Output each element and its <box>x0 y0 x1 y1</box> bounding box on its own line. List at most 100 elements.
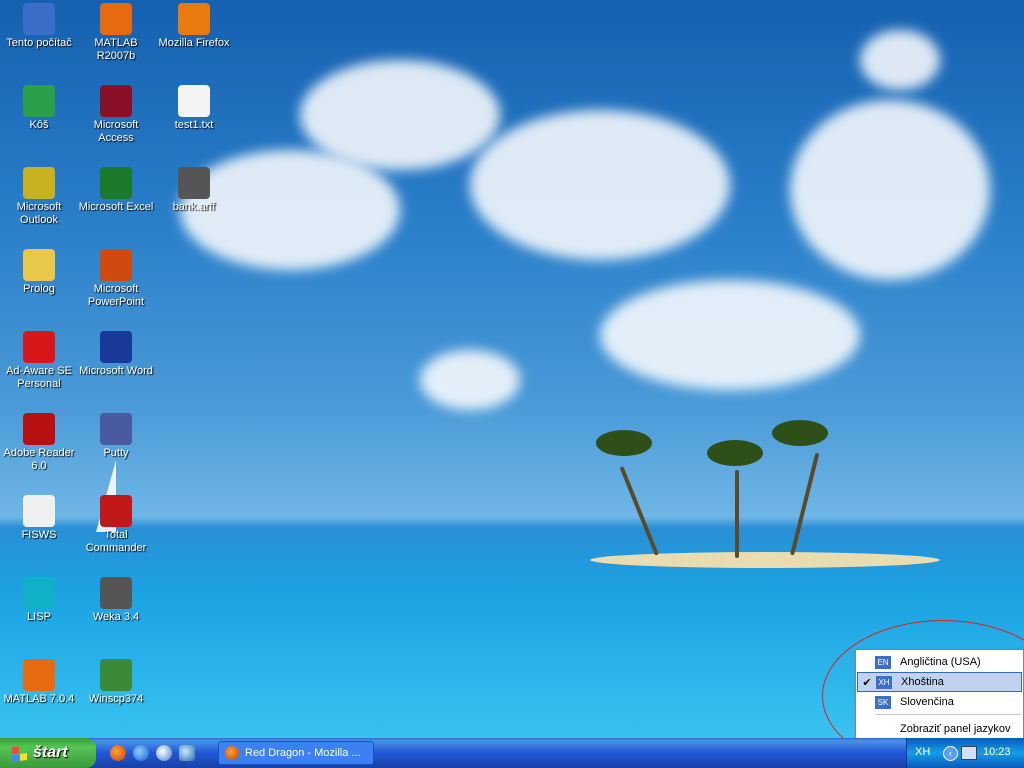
menu-item-label: Angličtina (USA) <box>900 656 981 668</box>
media-player-icon[interactable] <box>156 745 172 761</box>
palm-fronds <box>596 430 652 456</box>
desktop-icon[interactable]: Microsoft PowerPoint <box>78 249 154 309</box>
start-label: štart <box>33 744 68 761</box>
start-button[interactable]: štart <box>0 738 96 768</box>
system-tray: XH ‹ 10:23 <box>906 738 1024 768</box>
cloud <box>600 280 860 390</box>
desktop-icon[interactable]: Microsoft Access <box>78 85 154 145</box>
outlook-express-icon[interactable] <box>179 745 195 761</box>
network-icon[interactable] <box>961 746 977 760</box>
lisp-icon <box>23 577 55 609</box>
desktop-icon[interactable]: Tento počítač <box>1 3 77 50</box>
desktop-icon[interactable]: Putty <box>78 413 154 460</box>
palm-trunk <box>619 466 659 556</box>
firefox-icon[interactable] <box>110 745 126 761</box>
cloud <box>860 30 940 90</box>
chevron-left-icon[interactable]: ‹ <box>943 746 958 761</box>
desktop-icon[interactable]: Microsoft Outlook <box>1 167 77 227</box>
language-code-badge: SK <box>875 695 891 709</box>
winscp-icon <box>100 659 132 691</box>
desktop-icon[interactable]: Microsoft Word <box>78 331 154 378</box>
menu-item-slovak[interactable]: SK Slovenčina <box>857 692 1022 712</box>
menu-item-xhosa[interactable]: ✔ XH Xhoština <box>857 672 1022 692</box>
desktop-icon-label: MATLAB 7.0.4 <box>3 693 75 705</box>
menu-item-label: Xhoština <box>901 676 944 688</box>
language-indicator[interactable]: XH <box>915 746 930 758</box>
recycle-bin-icon <box>23 85 55 117</box>
internet-explorer-icon[interactable] <box>133 745 149 761</box>
desktop-icon-label: Microsoft Excel <box>78 201 154 213</box>
desktop-icon[interactable]: Kôš <box>1 85 77 132</box>
desktop-icon[interactable]: MATLAB R2007b <box>78 3 154 63</box>
desktop-icon[interactable]: Ad-Aware SE Personal <box>1 331 77 391</box>
weka-icon <box>100 577 132 609</box>
menu-item-label: Slovenčina <box>900 696 954 708</box>
excel-icon <box>100 167 132 199</box>
desktop-icon-label: Prolog <box>23 283 55 295</box>
matlab-icon <box>23 659 55 691</box>
desktop-icon-label: Tento počítač <box>6 37 72 49</box>
firefox-icon <box>178 3 210 35</box>
folder-icon <box>23 249 55 281</box>
desktop-icon[interactable]: FISWS <box>1 495 77 542</box>
desktop-icon[interactable]: LISP <box>1 577 77 624</box>
desktop-icon[interactable]: Adobe Reader 6.0 <box>1 413 77 473</box>
cloud <box>420 350 520 410</box>
palm-fronds <box>707 440 763 466</box>
matlab-icon <box>100 3 132 35</box>
desktop-icon-label: Microsoft PowerPoint <box>87 283 145 308</box>
desktop-icon-label: Total Commander <box>85 529 147 554</box>
desktop-icon-label: Winscp374 <box>88 693 144 705</box>
firefox-icon <box>225 746 239 760</box>
desktop[interactable]: Tento počítač Kôš Microsoft Outlook Prolog A… <box>0 0 1024 738</box>
taskbar: štart Red Dragon - Mozilla ... XH ‹ 10:2… <box>0 738 1024 768</box>
taskbar-button-firefox[interactable]: Red Dragon - Mozilla ... <box>218 741 374 765</box>
desktop-icon-label: MATLAB R2007b <box>94 37 138 62</box>
cloud <box>790 100 990 280</box>
windows-logo-icon <box>12 744 27 762</box>
desktop-icon-label: Weka 3.4 <box>92 611 140 623</box>
task-title: Red Dragon - Mozilla ... <box>245 747 361 759</box>
desktop-icon[interactable]: bank.arff <box>156 167 232 214</box>
cloud <box>470 110 730 260</box>
menu-separator <box>876 714 1021 715</box>
desktop-icon-label: Microsoft Outlook <box>16 201 62 226</box>
access-icon <box>100 85 132 117</box>
word-icon <box>100 331 132 363</box>
menu-item-english[interactable]: EN Angličtina (USA) <box>857 652 1022 672</box>
palm-trunk <box>790 452 820 556</box>
desktop-icon-label: LISP <box>27 611 51 623</box>
language-code-badge: XH <box>876 675 892 689</box>
desktop-icon-label: Microsoft Access <box>93 119 139 144</box>
fisws-icon <box>23 495 55 527</box>
island <box>590 552 940 568</box>
desktop-icon[interactable]: Winscp374 <box>78 659 154 706</box>
weka-icon <box>178 167 210 199</box>
desktop-icon-label: bank.arff <box>172 201 216 213</box>
clock: 10:23 <box>983 746 1011 758</box>
desktop-icon-label: Adobe Reader 6.0 <box>3 447 75 472</box>
ad-aware-icon <box>23 331 55 363</box>
powerpoint-icon <box>100 249 132 281</box>
outlook-icon <box>23 167 55 199</box>
desktop-icon-label: Ad-Aware SE Personal <box>6 365 72 390</box>
menu-item-label: Zobraziť panel jazykov <box>900 723 1011 735</box>
menu-item-show-language-bar[interactable]: Zobraziť panel jazykov <box>857 719 1022 738</box>
desktop-icon[interactable]: MATLAB 7.0.4 <box>1 659 77 706</box>
desktop-icon[interactable]: test1.txt <box>156 85 232 132</box>
total-commander-icon <box>100 495 132 527</box>
palm-trunk <box>735 470 739 558</box>
palm-fronds <box>772 420 828 446</box>
desktop-icon[interactable]: Mozilla Firefox <box>156 3 232 50</box>
desktop-icon-label: test1.txt <box>174 119 214 131</box>
desktop-icon[interactable]: Prolog <box>1 249 77 296</box>
desktop-icon[interactable]: Microsoft Excel <box>78 167 154 214</box>
text-file-icon <box>178 85 210 117</box>
desktop-icon-label: Mozilla Firefox <box>158 37 230 49</box>
desktop-icon[interactable]: Total Commander <box>78 495 154 555</box>
desktop-icon[interactable]: Weka 3.4 <box>78 577 154 624</box>
language-menu: EN Angličtina (USA) ✔ XH Xhoština SK Slo… <box>855 649 1024 738</box>
my-computer-icon <box>23 3 55 35</box>
check-mark-icon: ✔ <box>862 676 872 689</box>
